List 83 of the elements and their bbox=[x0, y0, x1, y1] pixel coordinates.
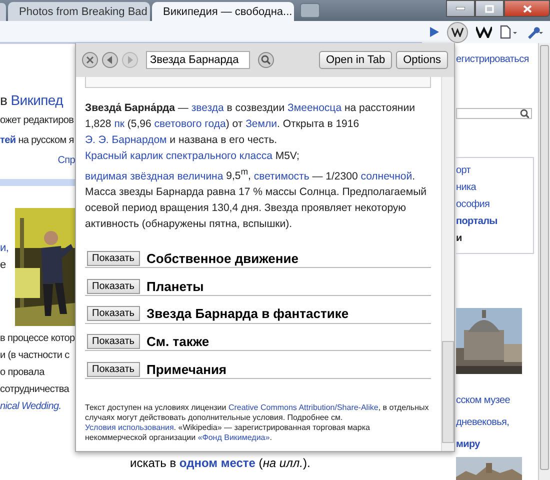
browser-tab[interactable]: Photos from Breaking Bad bbox=[8, 2, 150, 21]
page-link[interactable]: порталы bbox=[456, 213, 533, 230]
page-text: и (в частности с bbox=[0, 349, 70, 363]
page-text: о провала bbox=[0, 366, 46, 380]
page-link[interactable]: сском музее bbox=[456, 392, 538, 409]
play-button[interactable] bbox=[430, 27, 439, 37]
section-heading: Планеты bbox=[146, 278, 204, 294]
page-text: е bbox=[0, 258, 7, 273]
scrollbar[interactable] bbox=[441, 77, 454, 451]
page-link[interactable]: миру bbox=[456, 436, 538, 453]
article-link[interactable]: Земли bbox=[246, 118, 277, 130]
scroll-thumb[interactable] bbox=[540, 45, 549, 470]
section-heading: Собственное движение bbox=[146, 250, 298, 266]
maximize-icon bbox=[485, 4, 494, 12]
page-text: сотрудничества bbox=[0, 383, 70, 397]
play-icon bbox=[430, 27, 439, 37]
article-link[interactable]: звезда bbox=[191, 102, 224, 114]
section-heading: См. также bbox=[146, 334, 210, 349]
article-link[interactable]: светового года bbox=[154, 118, 226, 130]
search-icon bbox=[520, 109, 529, 118]
article-link[interactable]: видимая звёздная величина bbox=[85, 170, 224, 182]
search-button[interactable] bbox=[258, 52, 274, 68]
page-link[interactable]: тей bbox=[0, 135, 16, 146]
article-link[interactable]: Условия использования bbox=[85, 423, 174, 432]
show-button[interactable]: Показать bbox=[87, 278, 140, 294]
popup-button[interactable]: Options bbox=[396, 51, 448, 69]
show-button[interactable]: Показать bbox=[87, 250, 140, 266]
close-icon bbox=[522, 4, 532, 12]
forward-icon bbox=[125, 55, 135, 65]
page-link[interactable]: ника bbox=[456, 179, 533, 196]
page-text: искать в одном месте (на илл.). bbox=[129, 456, 312, 470]
article-link[interactable]: светимость bbox=[254, 170, 310, 182]
scrollbar[interactable] bbox=[538, 43, 550, 480]
page-icon bbox=[500, 25, 518, 39]
article-link[interactable]: «Фонд Викимедиа» bbox=[198, 433, 270, 442]
search-icon bbox=[261, 55, 271, 65]
article-link[interactable]: Змееносца bbox=[288, 102, 342, 114]
back-button[interactable] bbox=[102, 52, 118, 68]
settings-button[interactable] bbox=[526, 25, 544, 39]
show-button[interactable]: Показать bbox=[87, 334, 140, 349]
scroll-thumb[interactable] bbox=[442, 341, 454, 443]
section-heading: Звезда Барнарда в фантастике bbox=[146, 306, 349, 322]
w-logo-icon bbox=[451, 27, 464, 37]
page-text: ожет редактиров bbox=[0, 114, 75, 128]
back-icon bbox=[105, 55, 115, 65]
page-link[interactable]: одном месте bbox=[179, 456, 256, 470]
page-text: и bbox=[456, 232, 463, 246]
page-link[interactable]: и, bbox=[0, 240, 15, 257]
page-link[interactable]: ософия bbox=[456, 196, 533, 213]
page-link[interactable]: дневековья, bbox=[456, 414, 538, 431]
extension-button[interactable] bbox=[447, 22, 468, 42]
article-link[interactable]: Creative Commons Attribution/Share-Alike bbox=[228, 403, 378, 412]
close-icon bbox=[85, 55, 95, 65]
article-paragraph: Звезда́ Барна́рда — звезда в созвездии Змееносца на расстоянии 1,828 пк (5,96 светового года) от Земли. Открыта в 1916 Э. Э. Барнардом и названа в его честь. Красный карлик спектрального класса M5V; видимая звёздная величина 9,5$^{m}$, светимость — 1/2300 солнечной. Масса звезды Барнарда равна 17 % массы Солнца. Предполагаемый осевой период вращения 130,4 дня. Звезда проявляет некоторую активность (обнаружены пятна, вспышки). bbox=[85, 100, 428, 232]
page-menu-button[interactable] bbox=[500, 25, 518, 39]
w-logo-icon bbox=[476, 26, 492, 38]
article-link[interactable]: Красный карлик спектрального класса bbox=[85, 150, 272, 162]
minimize-button[interactable] bbox=[446, 0, 475, 17]
page-link[interactable]: егистрироваться bbox=[456, 51, 538, 68]
page-heading: в Википед bbox=[0, 92, 64, 109]
section-heading: Примечания bbox=[146, 362, 227, 377]
page-text: тей на русском я bbox=[0, 134, 75, 148]
browser-tab[interactable]: Википедия — свободна... bbox=[152, 2, 294, 21]
page-link[interactable]: nical Wedding. bbox=[0, 398, 75, 415]
page-link[interactable]: орт bbox=[456, 162, 533, 179]
page-link[interactable]: Спр bbox=[0, 152, 75, 169]
page-link[interactable]: Википед bbox=[10, 92, 63, 108]
article-link[interactable]: солнечной bbox=[360, 170, 412, 182]
wrench-icon bbox=[526, 25, 544, 39]
show-button[interactable]: Показать bbox=[87, 362, 140, 377]
article-link[interactable]: пк bbox=[114, 118, 124, 130]
license-text: Текст доступен на условиях лицензии Creative Commons Attribution/Share-Alike, в отдельных случаях могут действовать дополнительные условия. Подробнее см. Условия использования. «Wikipedia» — зарегистрированная торговая марка некоммерческой организации «Фонд Викимедиа». bbox=[85, 403, 430, 444]
search-field[interactable] bbox=[456, 108, 532, 119]
search-field[interactable]: Звезда Барнарда bbox=[146, 51, 250, 69]
article-link[interactable]: Э. Э. Барнардом bbox=[85, 134, 167, 146]
maximize-button[interactable] bbox=[475, 0, 504, 17]
page-text: в процессе котор bbox=[0, 332, 75, 346]
close-button[interactable] bbox=[82, 52, 98, 68]
popup-button[interactable]: Open in Tab bbox=[318, 51, 392, 69]
minimize-icon bbox=[456, 7, 465, 10]
show-button[interactable]: Показать bbox=[87, 306, 140, 322]
close-button[interactable] bbox=[504, 0, 550, 17]
extension-button[interactable] bbox=[476, 26, 492, 38]
